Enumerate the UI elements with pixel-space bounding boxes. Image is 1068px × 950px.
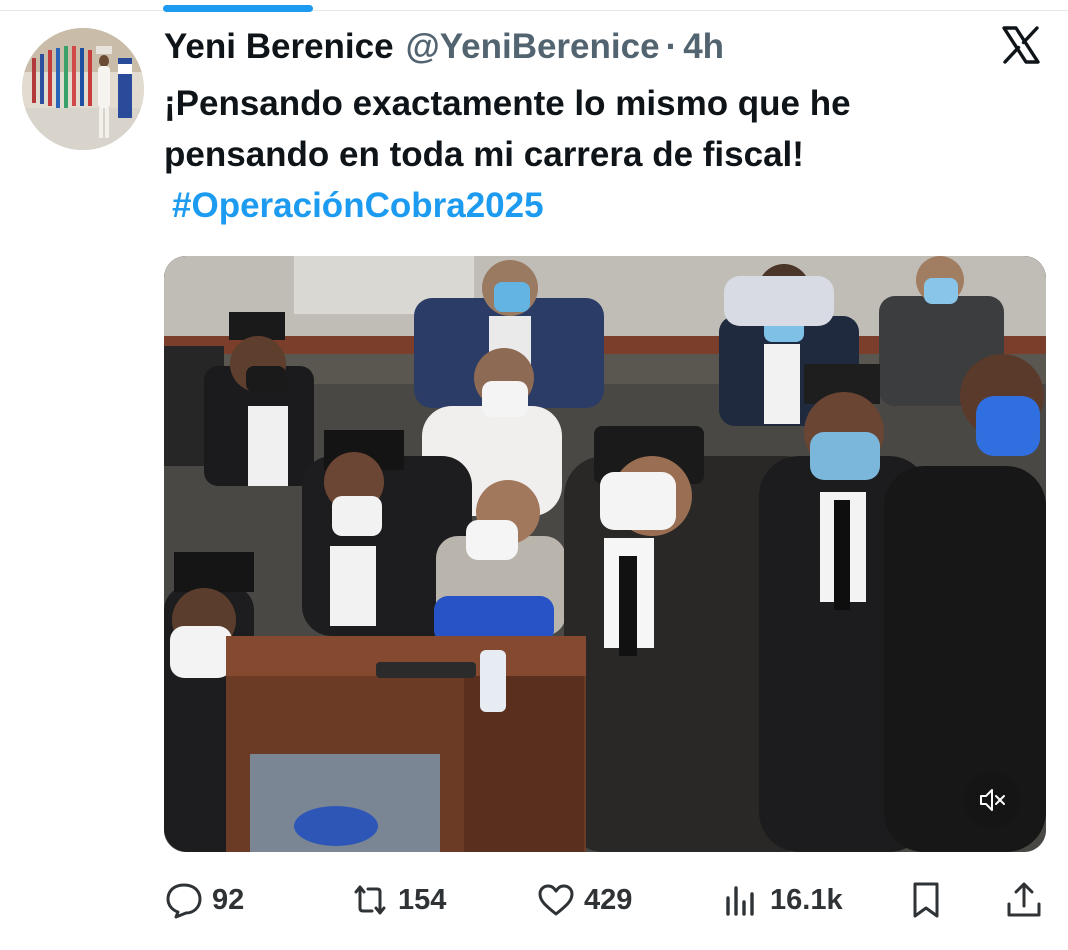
views-icon: [726, 886, 754, 916]
reply-icon: [166, 883, 202, 919]
share-button[interactable]: [1004, 878, 1044, 922]
mute-icon: [980, 789, 1005, 811]
reply-button[interactable]: 92: [164, 878, 244, 922]
retweet-icon: [354, 885, 386, 915]
video-media[interactable]: [164, 256, 1046, 852]
like-icon: [538, 884, 574, 916]
retweet-button[interactable]: 154: [350, 878, 446, 922]
courtroom-video-frame: [164, 256, 1046, 852]
author-handle[interactable]: @YeniBerenice: [406, 27, 660, 67]
views-count: 16.1k: [770, 883, 843, 916]
bookmark-button[interactable]: [906, 878, 946, 922]
mute-button[interactable]: [964, 772, 1020, 828]
retweet-count: 154: [398, 883, 447, 916]
bookmark-icon: [913, 882, 939, 918]
active-tab-indicator: [163, 5, 313, 12]
author-name[interactable]: Yeni Berenice: [164, 27, 394, 67]
views-button[interactable]: 16.1k: [722, 878, 843, 922]
hashtag-link[interactable]: #OperaciónCobra2025: [172, 186, 544, 226]
reply-count: 92: [212, 883, 245, 916]
tweet-text: ¡Pensando exactamente lo mismo que he pe…: [164, 84, 851, 174]
tweet-timestamp[interactable]: 4h: [683, 27, 724, 67]
avatar[interactable]: [22, 28, 144, 150]
separator-dot: ·: [665, 27, 678, 66]
tweet-header: Yeni Berenice @YeniBerenice · 4h: [164, 24, 724, 70]
share-icon: [1007, 882, 1041, 917]
like-button[interactable]: 429: [536, 878, 632, 922]
x-logo-icon[interactable]: [1000, 24, 1042, 66]
action-bar: 92 154 429 16.1k: [0, 870, 1068, 930]
like-count: 429: [584, 883, 633, 916]
avatar-photo: [22, 28, 144, 150]
top-divider: [0, 10, 1068, 11]
tweet-card: Yeni Berenice @YeniBerenice · 4h ¡Pensan…: [0, 0, 1068, 950]
